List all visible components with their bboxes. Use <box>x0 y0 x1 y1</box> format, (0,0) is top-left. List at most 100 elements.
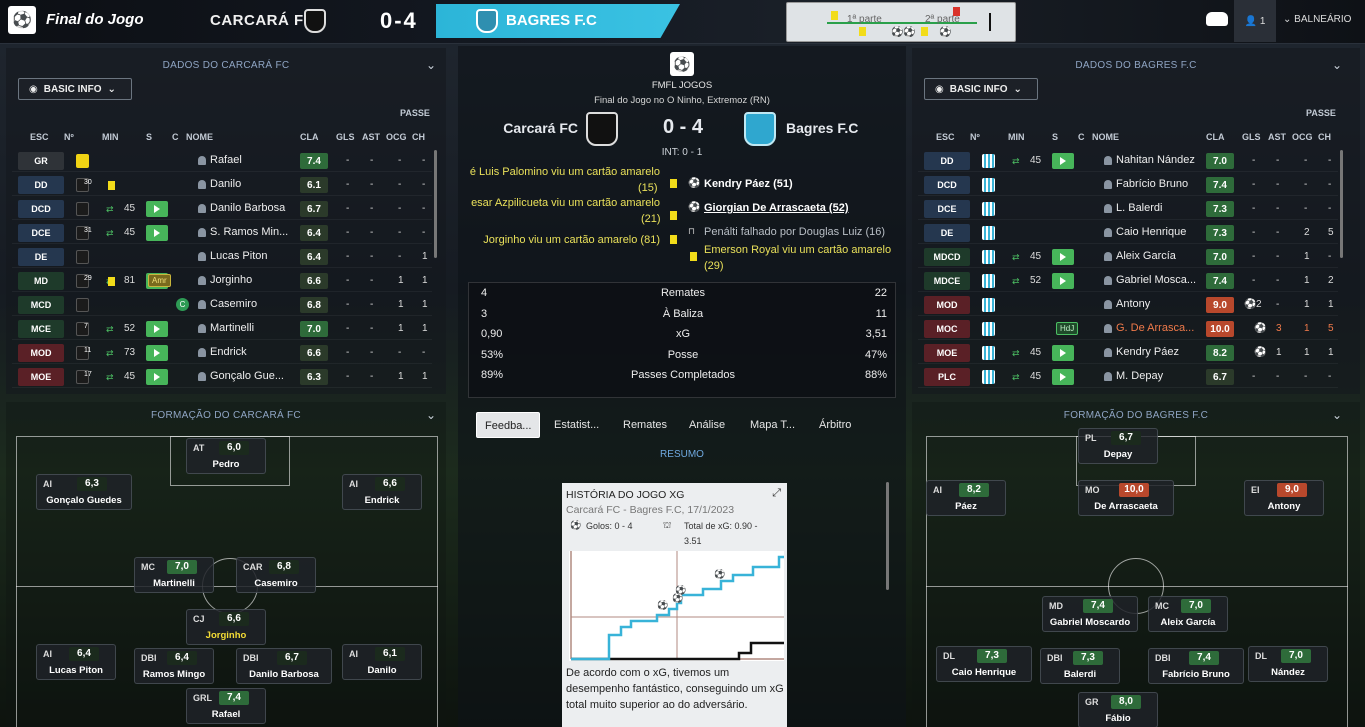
table-row[interactable]: MCE 7 ⇄ 52 Martinelli 7.0 - - 1 1 <box>12 318 432 340</box>
column-header-ch[interactable]: CH <box>1318 132 1331 142</box>
substitution-play-icon[interactable] <box>1052 153 1074 169</box>
table-scrollbar[interactable] <box>1340 150 1343 258</box>
table-row[interactable]: MOE ⇄ 45 Kendry Páez 8.2 ⚽ 1 1 1 <box>918 342 1338 364</box>
column-header-cla[interactable]: CLA <box>300 132 319 142</box>
player-name[interactable]: Lucas Piton <box>210 250 267 262</box>
formation-player[interactable]: EI 9,0 Antony <box>1244 480 1324 516</box>
formation-player[interactable]: AT 6,0 Pedro <box>186 438 266 474</box>
column-header-gls[interactable]: GLS <box>1242 132 1261 142</box>
player-name[interactable]: S. Ramos Min... <box>210 226 288 238</box>
substitution-play-icon[interactable] <box>146 225 168 241</box>
table-row[interactable]: DD 30 Danilo 6.1 - - - - <box>12 174 432 196</box>
player-name[interactable]: Danilo <box>210 178 241 190</box>
substitution-play-icon[interactable] <box>1052 249 1074 265</box>
formation-player[interactable]: DBI 6,4 Ramos Mingo <box>134 648 214 684</box>
player-name[interactable]: Aleix García <box>1116 250 1176 262</box>
column-header-s[interactable]: S <box>1052 132 1058 142</box>
column-header-min[interactable]: MIN <box>102 132 119 142</box>
table-row[interactable]: MCD C Casemiro 6.8 - - 1 1 <box>12 294 432 316</box>
table-row[interactable]: MD29⇄81AmrJorginho6.6--11 <box>12 270 432 292</box>
column-header-nome[interactable]: NOME <box>186 132 213 142</box>
collapse-chevron-icon[interactable]: ⌄ <box>1332 58 1342 72</box>
column-header-esc[interactable]: ESC <box>30 132 49 142</box>
substitution-play-icon[interactable] <box>1052 369 1074 385</box>
formation-player[interactable]: CJ 6,6 Jorginho <box>186 609 266 645</box>
table-row[interactable]: DE Caio Henrique 7.3 - - 2 5 <box>918 222 1338 244</box>
substitution-play-icon[interactable] <box>146 345 168 361</box>
player-name[interactable]: Casemiro <box>210 298 257 310</box>
formation-player[interactable]: MD 7,4 Gabriel Moscardo <box>1042 596 1138 632</box>
formation-player[interactable]: AI 6,4 Lucas Piton <box>36 644 116 680</box>
tab-heatmap[interactable]: Mapa T... <box>750 412 795 438</box>
player-name[interactable]: Endrick <box>210 346 247 358</box>
player-name[interactable]: Nahitan Nández <box>1116 154 1195 166</box>
substitution-play-icon[interactable] <box>1052 273 1074 289</box>
substitution-play-icon[interactable] <box>146 369 168 385</box>
column-header-s[interactable]: S <box>146 132 152 142</box>
column-header-cla[interactable]: CLA <box>1206 132 1225 142</box>
view-selector-dropdown[interactable]: ◉ BASIC INFO ⌄ <box>924 78 1038 100</box>
player-name[interactable]: Rafael <box>210 154 242 166</box>
away-event-goal-2[interactable]: Giorgian De Arrascaeta (52) <box>704 202 848 214</box>
view-selector-dropdown[interactable]: ◉ BASIC INFO ⌄ <box>18 78 132 100</box>
collapse-chevron-icon[interactable]: ⌄ <box>426 58 436 72</box>
users-button[interactable]: 👤 1 <box>1234 0 1276 42</box>
player-name[interactable]: Gonçalo Gue... <box>210 370 284 382</box>
column-header-nº[interactable]: Nº <box>970 132 980 142</box>
formation-player[interactable]: DBI 6,7 Danilo Barbosa <box>236 648 332 684</box>
player-name[interactable]: Martinelli <box>210 322 254 334</box>
formation-player[interactable]: DL 7,0 Nández <box>1248 646 1328 682</box>
summary-scrollbar[interactable] <box>886 482 889 590</box>
match-timeline[interactable]: 1ª parte 2ª parte ⚽ ⚽ ⚽ <box>786 2 1016 42</box>
formation-player[interactable]: DL 7,3 Caio Henrique <box>936 646 1032 682</box>
formation-player[interactable]: AI 6,3 Gonçalo Guedes <box>36 474 132 510</box>
player-name[interactable]: Caio Henrique <box>1116 226 1186 238</box>
player-name[interactable]: Jorginho <box>210 274 252 286</box>
column-header-ocg[interactable]: OCG <box>386 132 407 142</box>
tab-shots[interactable]: Remates <box>623 412 667 438</box>
player-name[interactable]: L. Balerdi <box>1116 202 1162 214</box>
formation-player[interactable]: AI 8,2 Páez <box>926 480 1006 516</box>
table-row[interactable]: DD ⇄ 45 Nahitan Nández 7.0 - - - - <box>918 150 1338 172</box>
boot-icon[interactable] <box>1206 12 1228 26</box>
column-header-c[interactable]: C <box>1078 132 1085 142</box>
expand-icon[interactable]: ⤢ <box>772 487 781 500</box>
table-row[interactable]: DCE L. Balerdi 7.3 - - - - <box>918 198 1338 220</box>
table-row[interactable]: PLC ⇄ 45 M. Depay 6.7 - - - - <box>918 366 1338 388</box>
table-scrollbar[interactable] <box>434 150 437 258</box>
table-row[interactable]: MDCE ⇄ 52 Gabriel Mosca... 7.4 - - 1 2 <box>918 270 1338 292</box>
formation-player[interactable]: MC 7,0 Aleix García <box>1148 596 1228 632</box>
player-name[interactable]: G. De Arrasca... <box>1116 322 1194 334</box>
xg-story-card[interactable]: HISTÓRIA DO JOGO XG ⤢ Carcará FC - Bagre… <box>562 483 787 727</box>
collapse-chevron-icon[interactable]: ⌄ <box>426 408 436 422</box>
column-header-ast[interactable]: AST <box>1268 132 1286 142</box>
formation-player[interactable]: GR 8,0 Fábio <box>1078 692 1158 727</box>
column-header-min[interactable]: MIN <box>1008 132 1025 142</box>
collapse-chevron-icon[interactable]: ⌄ <box>1332 408 1342 422</box>
table-row[interactable]: MOE 17 ⇄ 45 Gonçalo Gue... 6.3 - - 1 1 <box>12 366 432 388</box>
formation-player[interactable]: DBI 7,4 Fabrício Bruno <box>1148 648 1244 684</box>
table-row[interactable]: MOD 11 ⇄ 73 Endrick 6.6 - - - - <box>12 342 432 364</box>
formation-player[interactable]: MC 7,0 Martinelli <box>134 557 214 593</box>
column-header-nº[interactable]: Nº <box>64 132 74 142</box>
player-name[interactable]: Kendry Páez <box>1116 346 1179 358</box>
dressing-room-button[interactable]: ⌄ BALNEÁRIO <box>1283 14 1351 25</box>
player-name[interactable]: Gabriel Mosca... <box>1116 274 1196 286</box>
substitution-play-icon[interactable] <box>1052 345 1074 361</box>
column-header-ast[interactable]: AST <box>362 132 380 142</box>
column-header-ch[interactable]: CH <box>412 132 425 142</box>
column-header-gls[interactable]: GLS <box>336 132 355 142</box>
formation-player[interactable]: AI 6,6 Endrick <box>342 474 422 510</box>
table-row[interactable]: DCE 31 ⇄ 45 S. Ramos Min... 6.4 - - - - <box>12 222 432 244</box>
substitution-play-icon[interactable] <box>146 321 168 337</box>
player-name[interactable]: Fabrício Bruno <box>1116 178 1188 190</box>
formation-player[interactable]: MO 10,0 De Arrascaeta <box>1078 480 1174 516</box>
table-row[interactable]: DE Lucas Piton 6.4 - - - 1 <box>12 246 432 268</box>
formation-player[interactable]: DBI 7,3 Balerdi <box>1040 648 1120 684</box>
table-row[interactable]: MDCD ⇄ 45 Aleix García 7.0 - - 1 - <box>918 246 1338 268</box>
column-header-nome[interactable]: NOME <box>1092 132 1119 142</box>
tab-feedback[interactable]: Feedba... <box>476 412 541 438</box>
substitution-play-icon[interactable] <box>146 201 168 217</box>
column-header-ocg[interactable]: OCG <box>1292 132 1313 142</box>
table-row[interactable]: DCD ⇄ 45 Danilo Barbosa 6.7 - - - - <box>12 198 432 220</box>
